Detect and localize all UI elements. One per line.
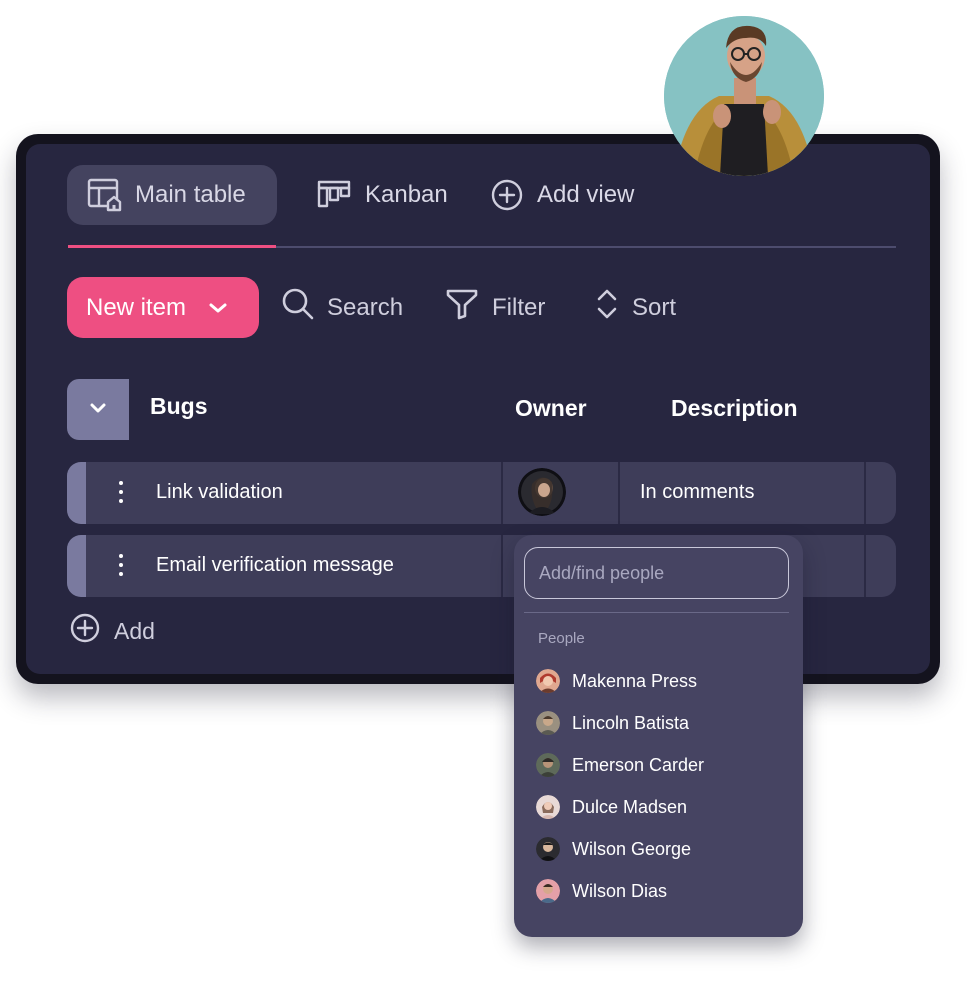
add-label: Add [114,617,155,644]
avatar [536,711,560,735]
person-option-emerson-carder[interactable]: Emerson Carder [536,751,704,779]
table-home-icon [87,178,123,212]
cell-divider [864,535,866,597]
tab-label: Add view [537,181,635,208]
person-name: Lincoln Batista [572,712,690,733]
avatar [536,753,560,777]
filter-button[interactable]: Filter [446,277,545,338]
sort-button[interactable]: Sort [596,277,676,338]
chevron-down-icon [89,401,107,419]
cell-divider [618,462,620,524]
person-name: Emerson Carder [572,754,705,775]
sort-icon [596,287,618,328]
search-label: Search [327,293,404,321]
kanban-icon [317,180,351,210]
person-option-lincoln-batista[interactable]: Lincoln Batista [536,709,689,737]
chevron-down-icon [208,294,228,322]
search-button[interactable]: Search [281,277,403,338]
tab-label: Kanban [365,181,448,208]
person-name: Dulce Madsen [572,796,688,817]
person-name: Wilson George [572,838,692,859]
row-color-bar [67,462,86,524]
plus-circle-icon [70,613,100,649]
person-name: Makenna Press [572,670,698,691]
tab-add-view[interactable]: Add view [491,165,634,225]
person-option-dulce-madsen[interactable]: Dulce Madsen [536,793,687,821]
view-tabs: Main table Kanban Add view [26,144,930,258]
group-collapse-toggle[interactable] [67,379,129,440]
dropdown-divider [524,612,789,613]
profile-photo [664,16,824,176]
avatar [536,669,560,693]
people-picker-dropdown: People Makenna Press Lincoln Batista Eme… [514,535,803,937]
person-option-makenna-press[interactable]: Makenna Press [536,667,697,695]
filter-label: Filter [492,293,546,321]
person-name: Wilson Dias [572,880,668,901]
search-icon [281,287,315,328]
tab-label: Main table [135,181,246,208]
tab-main-table[interactable]: Main table [67,165,277,225]
avatar [536,837,560,861]
item-name[interactable]: Link validation [156,481,283,504]
avatar [536,795,560,819]
people-search-input[interactable] [524,547,789,599]
people-section-label: People [538,630,585,647]
group-title: Bugs [150,393,208,419]
person-option-wilson-george[interactable]: Wilson George [536,835,691,863]
avatar[interactable] [518,468,566,516]
item-name[interactable]: Email verification message [156,554,394,577]
new-item-button[interactable]: New item [67,277,259,338]
cell-divider [501,535,503,597]
person-option-wilson-dias[interactable]: Wilson Dias [536,877,667,905]
cell-divider [501,462,503,524]
active-tab-indicator [68,245,276,248]
item-description[interactable]: In comments [640,481,754,504]
avatar [536,879,560,903]
cell-divider [864,462,866,524]
toolbar: New item Search Filter Sort [26,274,930,338]
add-item-button[interactable]: Add [70,613,155,649]
new-item-label: New item [86,293,187,321]
table-row[interactable]: Link validation In comments [67,462,896,524]
row-menu-icon[interactable] [111,481,131,505]
tab-kanban[interactable]: Kanban [317,165,448,225]
sort-label: Sort [632,293,677,321]
column-header-description: Description [671,395,798,421]
row-color-bar [67,535,86,597]
filter-icon [446,288,478,327]
row-menu-icon[interactable] [111,554,131,578]
column-header-owner: Owner [515,395,587,421]
plus-circle-icon [491,179,523,211]
